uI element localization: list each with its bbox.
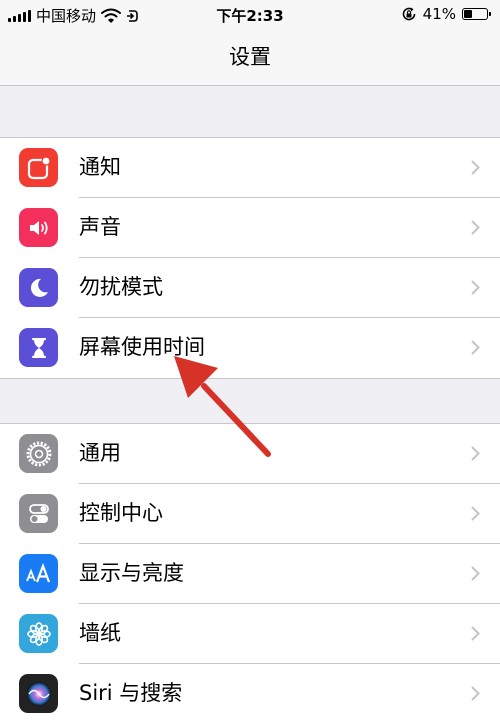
settings-row-label: 屏幕使用时间 bbox=[79, 335, 205, 359]
settings-row-siri-search[interactable]: Siri 与搜索 bbox=[0, 664, 500, 724]
chevron-right-icon bbox=[471, 506, 480, 521]
toggles-icon bbox=[19, 494, 58, 533]
settings-row-general[interactable]: 通用 bbox=[0, 424, 500, 484]
chevron-right-icon bbox=[471, 626, 480, 641]
settings-row-control-center[interactable]: 控制中心 bbox=[0, 484, 500, 544]
wallpaper-flower-icon bbox=[19, 614, 58, 653]
settings-row-label: 控制中心 bbox=[79, 501, 163, 525]
settings-row-label: 勿扰模式 bbox=[79, 275, 163, 299]
hourglass-icon bbox=[19, 328, 58, 367]
settings-row-label: 显示与亮度 bbox=[79, 561, 184, 585]
moon-icon bbox=[19, 268, 58, 307]
chevron-right-icon bbox=[471, 160, 480, 175]
battery-icon bbox=[462, 8, 491, 20]
navigation-bar: 设置 bbox=[0, 30, 500, 86]
settings-row-display-brightness[interactable]: 显示与亮度 bbox=[0, 544, 500, 604]
status-bar: 中国移动 下午2:33 41% bbox=[0, 0, 500, 30]
settings-row-notifications[interactable]: 通知 bbox=[0, 138, 500, 198]
settings-row-sounds[interactable]: 声音 bbox=[0, 198, 500, 258]
chevron-right-icon bbox=[471, 280, 480, 295]
text-size-icon bbox=[19, 554, 58, 593]
sound-icon bbox=[19, 208, 58, 247]
settings-row-label: 通用 bbox=[79, 441, 121, 465]
settings-row-label: 声音 bbox=[79, 215, 121, 239]
settings-group-1: 通知 声音 勿扰模式 屏幕使用时间 bbox=[0, 137, 500, 379]
gear-icon bbox=[19, 434, 58, 473]
settings-row-label: Siri 与搜索 bbox=[79, 681, 183, 705]
settings-row-screen-time[interactable]: 屏幕使用时间 bbox=[0, 318, 500, 378]
settings-row-wallpaper[interactable]: 墙纸 bbox=[0, 604, 500, 664]
siri-icon bbox=[19, 674, 58, 713]
notifications-icon bbox=[19, 148, 58, 187]
settings-row-label: 通知 bbox=[79, 155, 121, 179]
settings-row-label: 墙纸 bbox=[79, 621, 121, 645]
battery-percentage: 41% bbox=[422, 5, 456, 23]
chevron-right-icon bbox=[471, 446, 480, 461]
chevron-right-icon bbox=[471, 686, 480, 701]
chevron-right-icon bbox=[471, 220, 480, 235]
settings-row-do-not-disturb[interactable]: 勿扰模式 bbox=[0, 258, 500, 318]
chevron-right-icon bbox=[471, 340, 480, 355]
rotation-lock-icon bbox=[402, 7, 415, 21]
chevron-right-icon bbox=[471, 566, 480, 581]
settings-group-2: 通用 控制中心 显示与亮度 墙纸 Siri 与搜索 bbox=[0, 423, 500, 724]
page-title: 设置 bbox=[229, 45, 271, 69]
